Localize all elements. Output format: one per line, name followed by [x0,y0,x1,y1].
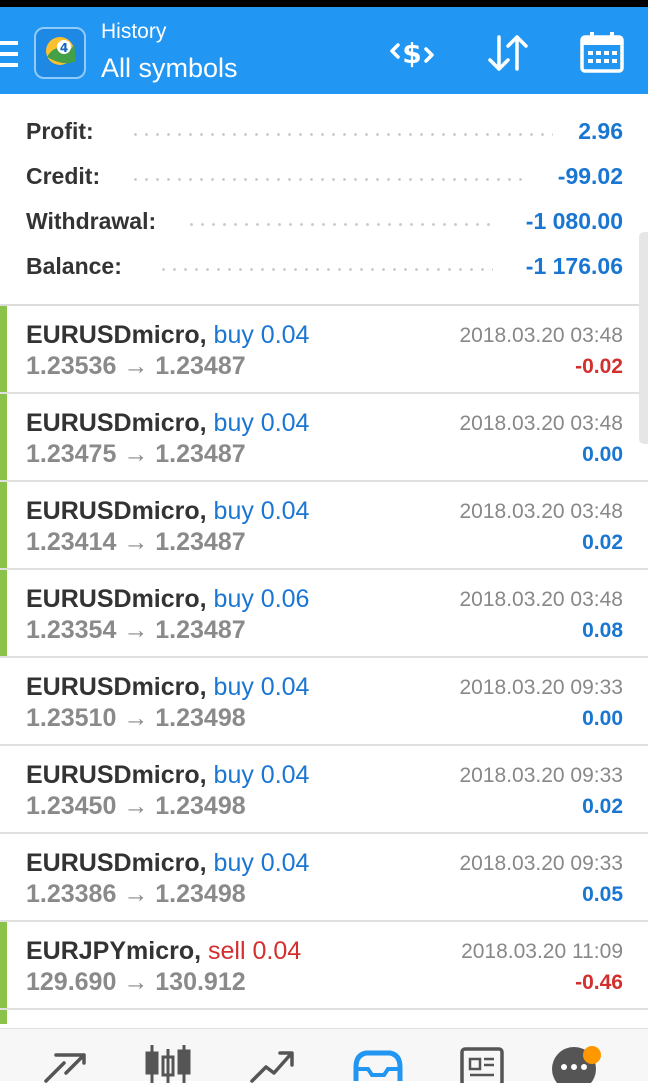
deal-prices: 129.690 → 130.912 [26,968,246,996]
deal-time: 2018.03.20 03:48 [459,500,624,523]
deal-indicator [0,922,7,1008]
messages-icon[interactable] [548,1041,604,1083]
deal-time: 2018.03.20 09:33 [459,764,624,787]
leader-dots [186,223,493,226]
deal-prices: 1.23475 → 1.23487 [26,440,246,468]
deal-profit: -0.02 [575,355,623,378]
svg-text:$: $ [402,37,421,70]
app-header: 4 History All symbols $ [0,7,648,94]
quotes-icon[interactable] [36,1041,92,1083]
summary-value: -99.02 [557,163,623,189]
news-icon[interactable] [454,1041,510,1083]
deal-symbol: EURJPYmicro, [26,937,202,965]
history-summary: Profit: 2.96 Credit: -99.02 Withdrawal: … [0,94,648,304]
summary-row-balance: Balance: -1 176.06 [26,251,623,281]
deal-indicator [0,570,7,656]
deal-type: buy 0.06 [213,585,310,613]
deal-indicator [0,394,7,480]
summary-row-withdrawal: Withdrawal: -1 080.00 [26,206,623,236]
svg-text:4: 4 [60,41,68,55]
deal-symbol: EURUSDmicro, [26,409,207,437]
chart-icon[interactable] [140,1041,196,1083]
deal-prices: 1.23414 → 1.23487 [26,528,246,556]
deal-symbol: EURUSDmicro, [26,849,207,877]
scrollbar-thumb[interactable] [639,232,648,444]
deal-type: buy 0.04 [213,409,310,437]
deal-indicator [0,1010,7,1024]
deal-row[interactable]: EURUSDmicro, buy 0.04 1.23475 → 1.23487 … [0,394,648,482]
deal-profit: 0.00 [582,707,623,730]
deal-row[interactable]: EURUSDmicro, buy 0.04 1.23414 → 1.23487 … [0,482,648,570]
leader-dots [158,268,493,271]
deal-profit: -0.46 [575,971,623,994]
deal-row[interactable]: EURJPYmicro, sell 0.04 129.690 → 130.912… [0,922,648,1010]
deal-profit: 0.08 [582,619,623,642]
leader-dots [130,178,528,181]
status-bar [0,0,648,7]
deal-prices: 1.23386 → 1.23498 [26,880,246,908]
deal-time: 2018.03.20 09:33 [459,852,624,875]
deal-profit: 0.02 [582,531,623,554]
header-subtitle: History [101,20,167,43]
deal-profit: 0.00 [582,443,623,466]
deal-row[interactable]: EURUSDmicro, buy 0.04 1.23536 → 1.23487 … [0,306,648,394]
deal-time: 2018.03.20 09:33 [459,676,624,699]
deal-prices: 1.23354 → 1.23487 [26,616,246,644]
deal-time: 2018.03.20 03:48 [459,588,624,611]
deal-type: buy 0.04 [213,321,310,349]
deal-row[interactable]: EURUSDmicro, buy 0.06 1.23354 → 1.23487 … [0,570,648,658]
summary-value: -1 080.00 [525,208,623,234]
deal-time: 2018.03.20 03:48 [459,324,624,347]
menu-icon[interactable] [0,41,20,67]
deal-row[interactable]: EURUSDmicro, buy 0.04 1.23386 → 1.23498 … [0,834,648,922]
summary-label: Withdrawal: [26,208,157,234]
deal-symbol: EURUSDmicro, [26,585,207,613]
deal-type: buy 0.04 [213,673,310,701]
deal-symbol: EURUSDmicro, [26,673,207,701]
summary-label: Balance: [26,253,122,279]
deal-type: buy 0.04 [213,849,310,877]
app-logo: 4 [34,27,86,79]
summary-row-profit: Profit: 2.96 [26,116,623,146]
summary-value: -1 176.06 [525,253,623,279]
deal-prices: 1.23536 → 1.23487 [26,352,246,380]
trade-icon[interactable] [244,1041,300,1083]
currency-exchange-icon[interactable]: $ [388,29,436,77]
leader-dots [130,133,553,136]
summary-label: Profit: [26,118,94,144]
calendar-icon[interactable] [578,29,626,77]
deal-list: EURUSDmicro, buy 0.04 1.23536 → 1.23487 … [0,306,648,1024]
summary-label: Credit: [26,163,101,189]
deal-profit: 0.05 [582,883,623,906]
deal-row-partial [0,1010,648,1024]
deal-profit: 0.02 [582,795,623,818]
deal-symbol: EURUSDmicro, [26,497,207,525]
bottom-navigation [0,1028,648,1083]
deal-row[interactable]: EURUSDmicro, buy 0.04 1.23450 → 1.23498 … [0,746,648,834]
deal-symbol: EURUSDmicro, [26,761,207,789]
deal-type: buy 0.04 [213,761,310,789]
deal-time: 2018.03.20 03:48 [459,412,624,435]
deal-indicator [0,306,7,392]
deal-prices: 1.23450 → 1.23498 [26,792,246,820]
deal-type: sell 0.04 [208,937,302,965]
deal-prices: 1.23510 → 1.23498 [26,704,246,732]
deal-row[interactable]: EURUSDmicro, buy 0.04 1.23510 → 1.23498 … [0,658,648,746]
deal-time: 2018.03.20 11:09 [461,940,623,963]
deal-type: buy 0.04 [213,497,310,525]
header-title[interactable]: All symbols [101,51,238,85]
summary-row-credit: Credit: -99.02 [26,161,623,191]
history-icon[interactable] [350,1041,406,1083]
deal-symbol: EURUSDmicro, [26,321,207,349]
summary-value: 2.96 [578,118,623,144]
sort-icon[interactable] [484,29,532,77]
deal-indicator [0,482,7,568]
